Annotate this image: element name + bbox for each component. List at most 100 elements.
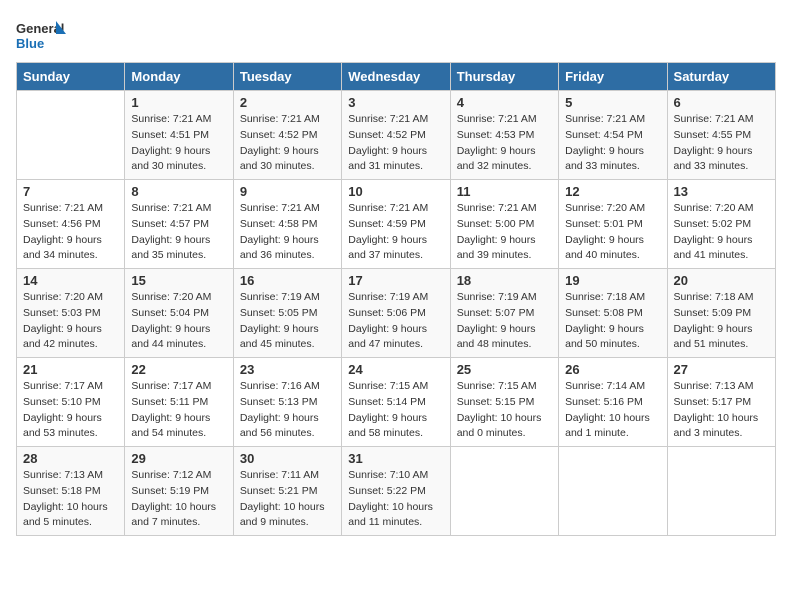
cell-week4-day3: 31 Sunrise: 7:10 AMSunset: 5:22 PMDayligh…	[342, 447, 450, 536]
cell-week4-day2: 30 Sunrise: 7:11 AMSunset: 5:21 PMDayligh…	[233, 447, 341, 536]
day-number: 2	[240, 95, 335, 110]
day-info: Sunrise: 7:13 AMSunset: 5:18 PMDaylight:…	[23, 468, 118, 531]
day-info: Sunrise: 7:10 AMSunset: 5:22 PMDaylight:…	[348, 468, 443, 531]
logo-svg: GeneralBlue	[16, 16, 66, 54]
day-number: 9	[240, 184, 335, 199]
day-info: Sunrise: 7:18 AMSunset: 5:08 PMDaylight:…	[565, 290, 660, 353]
cell-week0-day4: 4 Sunrise: 7:21 AMSunset: 4:53 PMDaylight…	[450, 91, 558, 180]
cell-week0-day0	[17, 91, 125, 180]
day-number: 18	[457, 273, 552, 288]
day-info: Sunrise: 7:21 AMSunset: 4:58 PMDaylight:…	[240, 201, 335, 264]
cell-week0-day3: 3 Sunrise: 7:21 AMSunset: 4:52 PMDaylight…	[342, 91, 450, 180]
day-number: 22	[131, 362, 226, 377]
day-number: 5	[565, 95, 660, 110]
col-header-thursday: Thursday	[450, 63, 558, 91]
day-number: 7	[23, 184, 118, 199]
cell-week2-day5: 19 Sunrise: 7:18 AMSunset: 5:08 PMDayligh…	[559, 269, 667, 358]
day-info: Sunrise: 7:14 AMSunset: 5:16 PMDaylight:…	[565, 379, 660, 442]
col-header-saturday: Saturday	[667, 63, 775, 91]
day-number: 27	[674, 362, 769, 377]
day-number: 30	[240, 451, 335, 466]
day-info: Sunrise: 7:21 AMSunset: 4:53 PMDaylight:…	[457, 112, 552, 175]
day-number: 11	[457, 184, 552, 199]
cell-week3-day2: 23 Sunrise: 7:16 AMSunset: 5:13 PMDayligh…	[233, 358, 341, 447]
day-number: 4	[457, 95, 552, 110]
day-info: Sunrise: 7:15 AMSunset: 5:14 PMDaylight:…	[348, 379, 443, 442]
cell-week2-day4: 18 Sunrise: 7:19 AMSunset: 5:07 PMDayligh…	[450, 269, 558, 358]
day-number: 8	[131, 184, 226, 199]
logo: GeneralBlue	[16, 16, 66, 54]
day-info: Sunrise: 7:16 AMSunset: 5:13 PMDaylight:…	[240, 379, 335, 442]
day-info: Sunrise: 7:19 AMSunset: 5:05 PMDaylight:…	[240, 290, 335, 353]
cell-week4-day6	[667, 447, 775, 536]
cell-week3-day5: 26Sunrise: 7:14 AMSunset: 5:16 PMDayligh…	[559, 358, 667, 447]
day-number: 19	[565, 273, 660, 288]
day-number: 3	[348, 95, 443, 110]
day-info: Sunrise: 7:15 AMSunset: 5:15 PMDaylight:…	[457, 379, 552, 442]
day-info: Sunrise: 7:12 AMSunset: 5:19 PMDaylight:…	[131, 468, 226, 531]
day-info: Sunrise: 7:21 AMSunset: 4:55 PMDaylight:…	[674, 112, 769, 175]
cell-week3-day3: 24 Sunrise: 7:15 AMSunset: 5:14 PMDayligh…	[342, 358, 450, 447]
day-number: 10	[348, 184, 443, 199]
cell-week2-day3: 17 Sunrise: 7:19 AMSunset: 5:06 PMDayligh…	[342, 269, 450, 358]
day-number: 21	[23, 362, 118, 377]
cell-week3-day6: 27 Sunrise: 7:13 AMSunset: 5:17 PMDayligh…	[667, 358, 775, 447]
cell-week1-day3: 10 Sunrise: 7:21 AMSunset: 4:59 PMDayligh…	[342, 180, 450, 269]
cell-week3-day4: 25 Sunrise: 7:15 AMSunset: 5:15 PMDayligh…	[450, 358, 558, 447]
cell-week1-day0: 7 Sunrise: 7:21 AMSunset: 4:56 PMDaylight…	[17, 180, 125, 269]
cell-week3-day0: 21 Sunrise: 7:17 AMSunset: 5:10 PMDayligh…	[17, 358, 125, 447]
day-number: 1	[131, 95, 226, 110]
day-number: 16	[240, 273, 335, 288]
cell-week0-day6: 6 Sunrise: 7:21 AMSunset: 4:55 PMDaylight…	[667, 91, 775, 180]
col-header-sunday: Sunday	[17, 63, 125, 91]
cell-week4-day1: 29 Sunrise: 7:12 AMSunset: 5:19 PMDayligh…	[125, 447, 233, 536]
day-number: 23	[240, 362, 335, 377]
day-info: Sunrise: 7:17 AMSunset: 5:11 PMDaylight:…	[131, 379, 226, 442]
calendar-table: SundayMondayTuesdayWednesdayThursdayFrid…	[16, 62, 776, 536]
day-number: 29	[131, 451, 226, 466]
day-info: Sunrise: 7:20 AMSunset: 5:04 PMDaylight:…	[131, 290, 226, 353]
day-number: 25	[457, 362, 552, 377]
day-info: Sunrise: 7:13 AMSunset: 5:17 PMDaylight:…	[674, 379, 769, 442]
day-info: Sunrise: 7:21 AMSunset: 5:00 PMDaylight:…	[457, 201, 552, 264]
day-info: Sunrise: 7:18 AMSunset: 5:09 PMDaylight:…	[674, 290, 769, 353]
day-number: 6	[674, 95, 769, 110]
cell-week2-day6: 20 Sunrise: 7:18 AMSunset: 5:09 PMDayligh…	[667, 269, 775, 358]
day-number: 20	[674, 273, 769, 288]
day-info: Sunrise: 7:20 AMSunset: 5:02 PMDaylight:…	[674, 201, 769, 264]
cell-week0-day5: 5Sunrise: 7:21 AMSunset: 4:54 PMDaylight…	[559, 91, 667, 180]
day-info: Sunrise: 7:21 AMSunset: 4:52 PMDaylight:…	[348, 112, 443, 175]
day-number: 13	[674, 184, 769, 199]
day-info: Sunrise: 7:21 AMSunset: 4:57 PMDaylight:…	[131, 201, 226, 264]
cell-week4-day4	[450, 447, 558, 536]
col-header-tuesday: Tuesday	[233, 63, 341, 91]
day-info: Sunrise: 7:11 AMSunset: 5:21 PMDaylight:…	[240, 468, 335, 531]
day-info: Sunrise: 7:21 AMSunset: 4:51 PMDaylight:…	[131, 112, 226, 175]
cell-week4-day5	[559, 447, 667, 536]
cell-week1-day4: 11 Sunrise: 7:21 AMSunset: 5:00 PMDayligh…	[450, 180, 558, 269]
cell-week4-day0: 28Sunrise: 7:13 AMSunset: 5:18 PMDayligh…	[17, 447, 125, 536]
col-header-friday: Friday	[559, 63, 667, 91]
day-info: Sunrise: 7:19 AMSunset: 5:07 PMDaylight:…	[457, 290, 552, 353]
cell-week1-day6: 13 Sunrise: 7:20 AMSunset: 5:02 PMDayligh…	[667, 180, 775, 269]
day-number: 17	[348, 273, 443, 288]
cell-week2-day0: 14 Sunrise: 7:20 AMSunset: 5:03 PMDayligh…	[17, 269, 125, 358]
col-header-monday: Monday	[125, 63, 233, 91]
day-info: Sunrise: 7:21 AMSunset: 4:59 PMDaylight:…	[348, 201, 443, 264]
day-number: 15	[131, 273, 226, 288]
day-info: Sunrise: 7:17 AMSunset: 5:10 PMDaylight:…	[23, 379, 118, 442]
svg-text:Blue: Blue	[16, 36, 44, 51]
day-info: Sunrise: 7:20 AMSunset: 5:01 PMDaylight:…	[565, 201, 660, 264]
day-info: Sunrise: 7:20 AMSunset: 5:03 PMDaylight:…	[23, 290, 118, 353]
day-number: 14	[23, 273, 118, 288]
cell-week1-day2: 9 Sunrise: 7:21 AMSunset: 4:58 PMDaylight…	[233, 180, 341, 269]
day-number: 24	[348, 362, 443, 377]
day-number: 31	[348, 451, 443, 466]
cell-week2-day2: 16 Sunrise: 7:19 AMSunset: 5:05 PMDayligh…	[233, 269, 341, 358]
cell-week0-day2: 2Sunrise: 7:21 AMSunset: 4:52 PMDaylight…	[233, 91, 341, 180]
col-header-wednesday: Wednesday	[342, 63, 450, 91]
cell-week3-day1: 22 Sunrise: 7:17 AMSunset: 5:11 PMDayligh…	[125, 358, 233, 447]
cell-week2-day1: 15 Sunrise: 7:20 AMSunset: 5:04 PMDayligh…	[125, 269, 233, 358]
day-info: Sunrise: 7:19 AMSunset: 5:06 PMDaylight:…	[348, 290, 443, 353]
day-info: Sunrise: 7:21 AMSunset: 4:56 PMDaylight:…	[23, 201, 118, 264]
